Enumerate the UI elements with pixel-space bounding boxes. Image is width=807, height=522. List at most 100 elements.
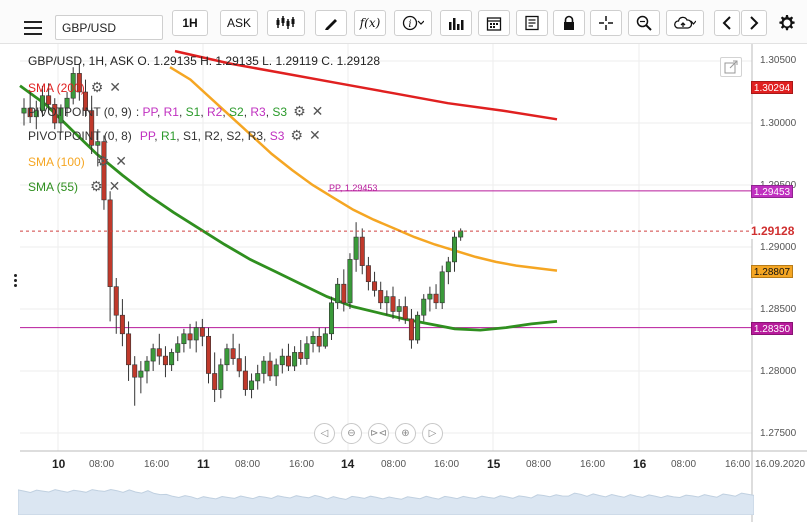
scroll-back-button[interactable]: ◁ bbox=[314, 423, 335, 444]
time-tick-label: 16 bbox=[633, 457, 647, 471]
gear-icon[interactable]: ⚙ bbox=[290, 127, 303, 144]
pivot-level-text: PP bbox=[139, 128, 155, 143]
pp-label: PP, 1.29453 bbox=[329, 183, 378, 193]
export-button[interactable] bbox=[720, 57, 742, 77]
time-tick-label: 08:00 bbox=[235, 459, 261, 470]
candle bbox=[249, 373, 255, 399]
pivot-level-text: S2 bbox=[226, 128, 242, 143]
price-tag: 1.30294 bbox=[751, 80, 793, 94]
chevron-right-icon bbox=[750, 16, 759, 30]
legend-pivot9: PIVOTPOINT (0, 9) : PP, R1, S1, R2, S2, … bbox=[28, 103, 323, 120]
candle bbox=[181, 328, 187, 353]
ohlc-legend: GBP/USD, 1H, ASK O. 1.29135 H. 1.29135 L… bbox=[28, 54, 380, 68]
ohlc-text: GBP/USD, 1H, ASK O. 1.29135 H. 1.29135 L… bbox=[28, 54, 381, 68]
close-icon[interactable]: ✕ bbox=[115, 153, 127, 170]
price-type-button[interactable]: ASK bbox=[220, 10, 258, 36]
zoom-button[interactable] bbox=[628, 10, 660, 36]
cloud-upload-icon bbox=[674, 16, 696, 29]
pivot-lines bbox=[20, 190, 752, 329]
candle bbox=[267, 352, 273, 381]
gear-icon[interactable]: ⚙ bbox=[91, 79, 104, 96]
indicators-button[interactable]: f(x) bbox=[354, 10, 386, 36]
crosshair-button[interactable] bbox=[590, 10, 622, 36]
close-icon[interactable]: ✕ bbox=[109, 79, 121, 96]
sma100-label: SMA (100) bbox=[28, 154, 85, 169]
candle bbox=[322, 327, 328, 349]
candle bbox=[175, 336, 181, 362]
gear-icon[interactable]: ⚙ bbox=[97, 153, 110, 170]
candle bbox=[162, 346, 168, 378]
candle bbox=[150, 343, 156, 371]
info-button[interactable]: i bbox=[394, 10, 432, 36]
candle bbox=[415, 311, 421, 344]
close-icon[interactable]: ✕ bbox=[109, 178, 121, 195]
zoom-in-button[interactable]: ⊕ bbox=[395, 423, 416, 444]
time-tick-label: 15 bbox=[487, 457, 501, 471]
pivot-level-text: , bbox=[154, 128, 161, 143]
time-tick-label: 16:00 bbox=[289, 459, 315, 470]
candle bbox=[21, 98, 27, 126]
chart-navigation: ◁ ⊖ ⊳⊲ ⊕ ▷ bbox=[314, 423, 443, 444]
price-tick-label: 1.28500 bbox=[760, 304, 797, 315]
pivot-level-text: , bbox=[241, 128, 248, 143]
cloud-button[interactable] bbox=[666, 10, 704, 36]
magnifier-icon bbox=[636, 15, 652, 31]
settings-button[interactable] bbox=[773, 10, 801, 36]
play-icon: ▷ bbox=[428, 428, 437, 439]
menu-icon[interactable] bbox=[22, 17, 44, 37]
candle bbox=[144, 356, 150, 384]
pivot-level-text: , bbox=[156, 104, 164, 119]
candlestick-icon bbox=[276, 16, 295, 29]
toolbar: 1H ASK f(x) i bbox=[0, 0, 807, 44]
candle bbox=[169, 348, 175, 371]
pivot-level-text: , bbox=[178, 104, 186, 119]
pivot8-levels: PP, R1, S1, R2, S2, R3, S3 bbox=[140, 129, 285, 143]
close-icon[interactable]: ✕ bbox=[309, 127, 321, 144]
candle bbox=[126, 321, 132, 381]
news-button[interactable] bbox=[516, 10, 548, 36]
candle bbox=[365, 256, 371, 291]
candle bbox=[212, 352, 218, 402]
candle bbox=[310, 331, 316, 353]
candle bbox=[445, 256, 451, 285]
pivot-level-text: S2 bbox=[229, 104, 244, 119]
chart-type-button[interactable] bbox=[267, 10, 305, 36]
candle bbox=[285, 343, 291, 371]
price-tag: 1.29128 bbox=[751, 224, 795, 240]
pivot-level-text: PP bbox=[142, 104, 157, 119]
candle bbox=[335, 278, 341, 309]
timeframe-button[interactable]: 1H bbox=[172, 10, 208, 36]
candle bbox=[421, 294, 427, 322]
candle bbox=[156, 333, 162, 365]
reset-button[interactable]: ⊳⊲ bbox=[368, 423, 389, 444]
draw-tool-button[interactable] bbox=[315, 10, 347, 36]
crosshair-icon bbox=[599, 16, 613, 30]
close-icon[interactable]: ✕ bbox=[312, 103, 324, 120]
gear-icon[interactable]: ⚙ bbox=[293, 103, 306, 120]
price-tag: 1.28807 bbox=[751, 264, 793, 278]
pivot-level-text: S3 bbox=[272, 104, 288, 119]
candle bbox=[451, 232, 457, 272]
pivot-level-text: R3 bbox=[250, 104, 266, 119]
calendar-button[interactable] bbox=[478, 10, 510, 36]
pivot-level-text: S1 bbox=[182, 128, 198, 143]
scroll-right-button[interactable] bbox=[741, 10, 767, 36]
info-icon: i bbox=[402, 15, 424, 31]
candle bbox=[273, 358, 279, 386]
time-tick-label: 16:00 bbox=[725, 459, 751, 470]
lock-button[interactable] bbox=[553, 10, 585, 36]
symbol-input[interactable] bbox=[55, 15, 163, 40]
scroll-left-button[interactable] bbox=[714, 10, 740, 36]
candle bbox=[304, 336, 310, 365]
navigator-strip[interactable] bbox=[18, 475, 754, 515]
zoom-out-button[interactable]: ⊖ bbox=[341, 423, 362, 444]
gear-icon[interactable]: ⚙ bbox=[90, 178, 103, 195]
price-tick-label: 1.27500 bbox=[760, 428, 797, 439]
candle bbox=[347, 253, 353, 309]
volume-button[interactable] bbox=[440, 10, 472, 36]
panel-resize-handle[interactable] bbox=[13, 272, 18, 292]
candle bbox=[199, 318, 205, 347]
scroll-forward-button[interactable]: ▷ bbox=[422, 423, 443, 444]
time-tick-label: 11 bbox=[197, 457, 210, 471]
price-tick-label: 1.29000 bbox=[760, 242, 797, 253]
